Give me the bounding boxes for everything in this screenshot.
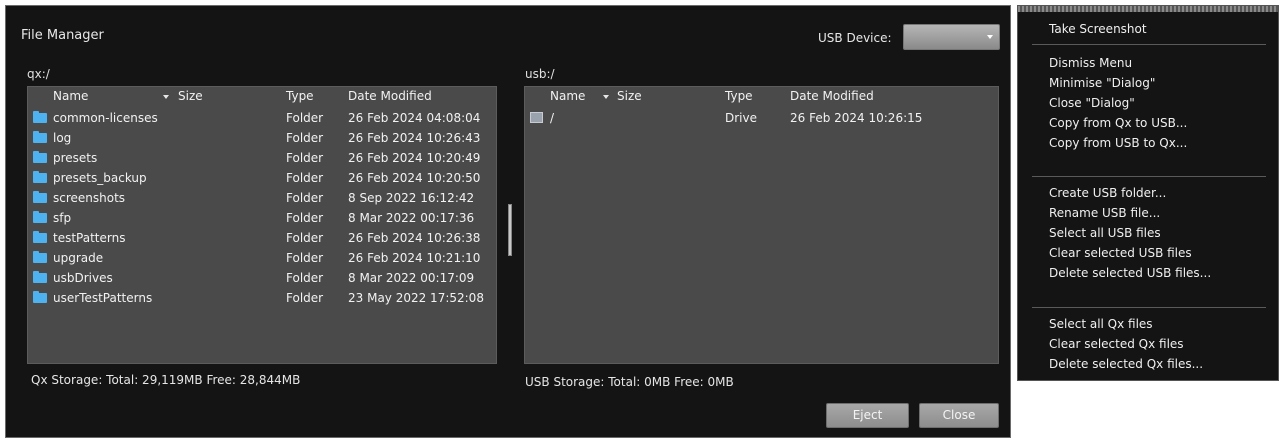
table-row[interactable]: upgrade Folder 26 Feb 2024 10:21:10: [28, 248, 496, 268]
menu-grip-handle[interactable]: [1018, 6, 1278, 12]
table-row[interactable]: userTestPatterns Folder 23 May 2022 17:52:…: [28, 288, 496, 308]
file-name: testPatterns: [53, 231, 126, 245]
file-type: Drive: [725, 111, 757, 125]
file-name: common-licenses: [53, 111, 158, 125]
file-type: Folder: [286, 251, 324, 265]
qx-file-list[interactable]: Name Size Type Date Modified common-lice…: [27, 86, 497, 364]
table-row[interactable]: testPatterns Folder 26 Feb 2024 10:26:38: [28, 228, 496, 248]
menu-item[interactable]: Minimise "Dialog": [1049, 76, 1155, 90]
menu-item[interactable]: Clear selected Qx files: [1049, 337, 1184, 351]
column-header-name[interactable]: Name: [53, 87, 88, 106]
column-header-date[interactable]: Date Modified: [348, 87, 432, 106]
file-date: 26 Feb 2024 10:26:15: [790, 111, 923, 125]
file-type: Folder: [286, 231, 324, 245]
table-row[interactable]: presets_backup Folder 26 Feb 2024 10:20:50: [28, 168, 496, 188]
file-type: Folder: [286, 171, 324, 185]
file-date: 26 Feb 2024 10:26:38: [348, 231, 481, 245]
folder-icon: [33, 151, 47, 163]
column-header-type[interactable]: Type: [286, 87, 314, 106]
usb-storage-info: USB Storage: Total: 0MB Free: 0MB: [525, 375, 734, 389]
table-row[interactable]: / Drive 26 Feb 2024 10:26:15: [525, 108, 998, 128]
menu-separator: [1032, 307, 1266, 308]
file-name: screenshots: [53, 191, 126, 205]
menu-item[interactable]: Clear selected USB files: [1049, 246, 1192, 260]
file-type: Folder: [286, 191, 324, 205]
menu-item[interactable]: Take Screenshot: [1049, 22, 1147, 36]
table-row[interactable]: common-licenses Folder 26 Feb 2024 04:08:0…: [28, 108, 496, 128]
file-date: 26 Feb 2024 10:20:49: [348, 151, 481, 165]
table-row[interactable]: usbDrives Folder 8 Mar 2022 00:17:09: [28, 268, 496, 288]
file-date: 8 Mar 2022 00:17:09: [348, 271, 475, 285]
column-header-name[interactable]: Name: [550, 87, 585, 106]
file-name: /: [550, 111, 555, 125]
qx-path-label: qx:/: [27, 67, 50, 81]
column-header-type[interactable]: Type: [725, 87, 753, 106]
menu-item[interactable]: Dismiss Menu: [1049, 56, 1132, 70]
table-row[interactable]: log Folder 26 Feb 2024 10:26:43: [28, 128, 496, 148]
sort-desc-icon: [603, 95, 609, 99]
context-menu: Take Screenshot Dismiss Menu Minimise "Dia…: [1017, 5, 1279, 381]
usb-device-dropdown[interactable]: [903, 24, 1000, 50]
folder-icon: [33, 131, 47, 143]
file-type: Folder: [286, 111, 324, 125]
file-type: Folder: [286, 151, 324, 165]
drive-icon: [530, 112, 543, 123]
table-row[interactable]: screenshots Folder 8 Sep 2022 16:12:42: [28, 188, 496, 208]
menu-item[interactable]: Select all USB files: [1049, 226, 1161, 240]
file-name: usbDrives: [53, 271, 113, 285]
close-button[interactable]: Close: [919, 403, 999, 428]
file-date: 26 Feb 2024 10:20:50: [348, 171, 481, 185]
file-date: 23 May 2022 17:52:08: [348, 291, 484, 305]
folder-icon: [33, 191, 47, 203]
folder-icon: [33, 231, 47, 243]
file-name: sfp: [53, 211, 72, 225]
file-date: 26 Feb 2024 10:21:10: [348, 251, 481, 265]
file-name: presets_backup: [53, 171, 147, 185]
column-header-size[interactable]: Size: [617, 87, 642, 106]
menu-item[interactable]: Close "Dialog": [1049, 96, 1135, 110]
file-date: 8 Sep 2022 16:12:42: [348, 191, 475, 205]
eject-button[interactable]: Eject: [826, 403, 909, 428]
file-type: Folder: [286, 291, 324, 305]
file-date: 8 Mar 2022 00:17:36: [348, 211, 475, 225]
qx-storage-info: Qx Storage: Total: 29,119MB Free: 28,844…: [31, 373, 301, 387]
dialog-title: File Manager: [21, 28, 104, 43]
folder-icon: [33, 211, 47, 223]
file-name: log: [53, 131, 72, 145]
usb-file-list[interactable]: Name Size Type Date Modified / Drive 26 Fe…: [524, 86, 999, 364]
menu-item[interactable]: Copy from USB to Qx...: [1049, 136, 1187, 150]
menu-item[interactable]: Rename USB file...: [1049, 206, 1160, 220]
menu-item[interactable]: Delete selected Qx files...: [1049, 357, 1203, 371]
usb-device-label: USB Device:: [818, 31, 892, 45]
file-date: 26 Feb 2024 04:08:04: [348, 111, 481, 125]
folder-icon: [33, 111, 47, 123]
folder-icon: [33, 291, 47, 303]
folder-icon: [33, 251, 47, 263]
file-date: 26 Feb 2024 10:26:43: [348, 131, 481, 145]
menu-item[interactable]: Delete selected USB files...: [1049, 266, 1211, 280]
table-row[interactable]: sfp Folder 8 Mar 2022 00:17:36: [28, 208, 496, 228]
sort-desc-icon: [163, 95, 169, 99]
folder-icon: [33, 171, 47, 183]
file-type: Folder: [286, 131, 324, 145]
file-name: upgrade: [53, 251, 104, 265]
table-row[interactable]: presets Folder 26 Feb 2024 10:20:49: [28, 148, 496, 168]
menu-item[interactable]: Select all Qx files: [1049, 317, 1153, 331]
usb-path-label: usb:/: [525, 67, 555, 81]
column-header-size[interactable]: Size: [178, 87, 203, 106]
menu-separator: [1032, 44, 1266, 45]
file-name: userTestPatterns: [53, 291, 153, 305]
column-header-date[interactable]: Date Modified: [790, 87, 874, 106]
folder-icon: [33, 271, 47, 283]
file-type: Folder: [286, 211, 324, 225]
file-name: presets: [53, 151, 98, 165]
file-manager-dialog: File Manager USB Device: qx:/ Name Size …: [5, 5, 1011, 438]
menu-separator: [1032, 176, 1266, 177]
pane-splitter-handle[interactable]: [508, 204, 512, 256]
file-type: Folder: [286, 271, 324, 285]
menu-item[interactable]: Copy from Qx to USB...: [1049, 116, 1187, 130]
menu-item[interactable]: Create USB folder...: [1049, 186, 1166, 200]
chevron-down-icon: [987, 35, 993, 39]
